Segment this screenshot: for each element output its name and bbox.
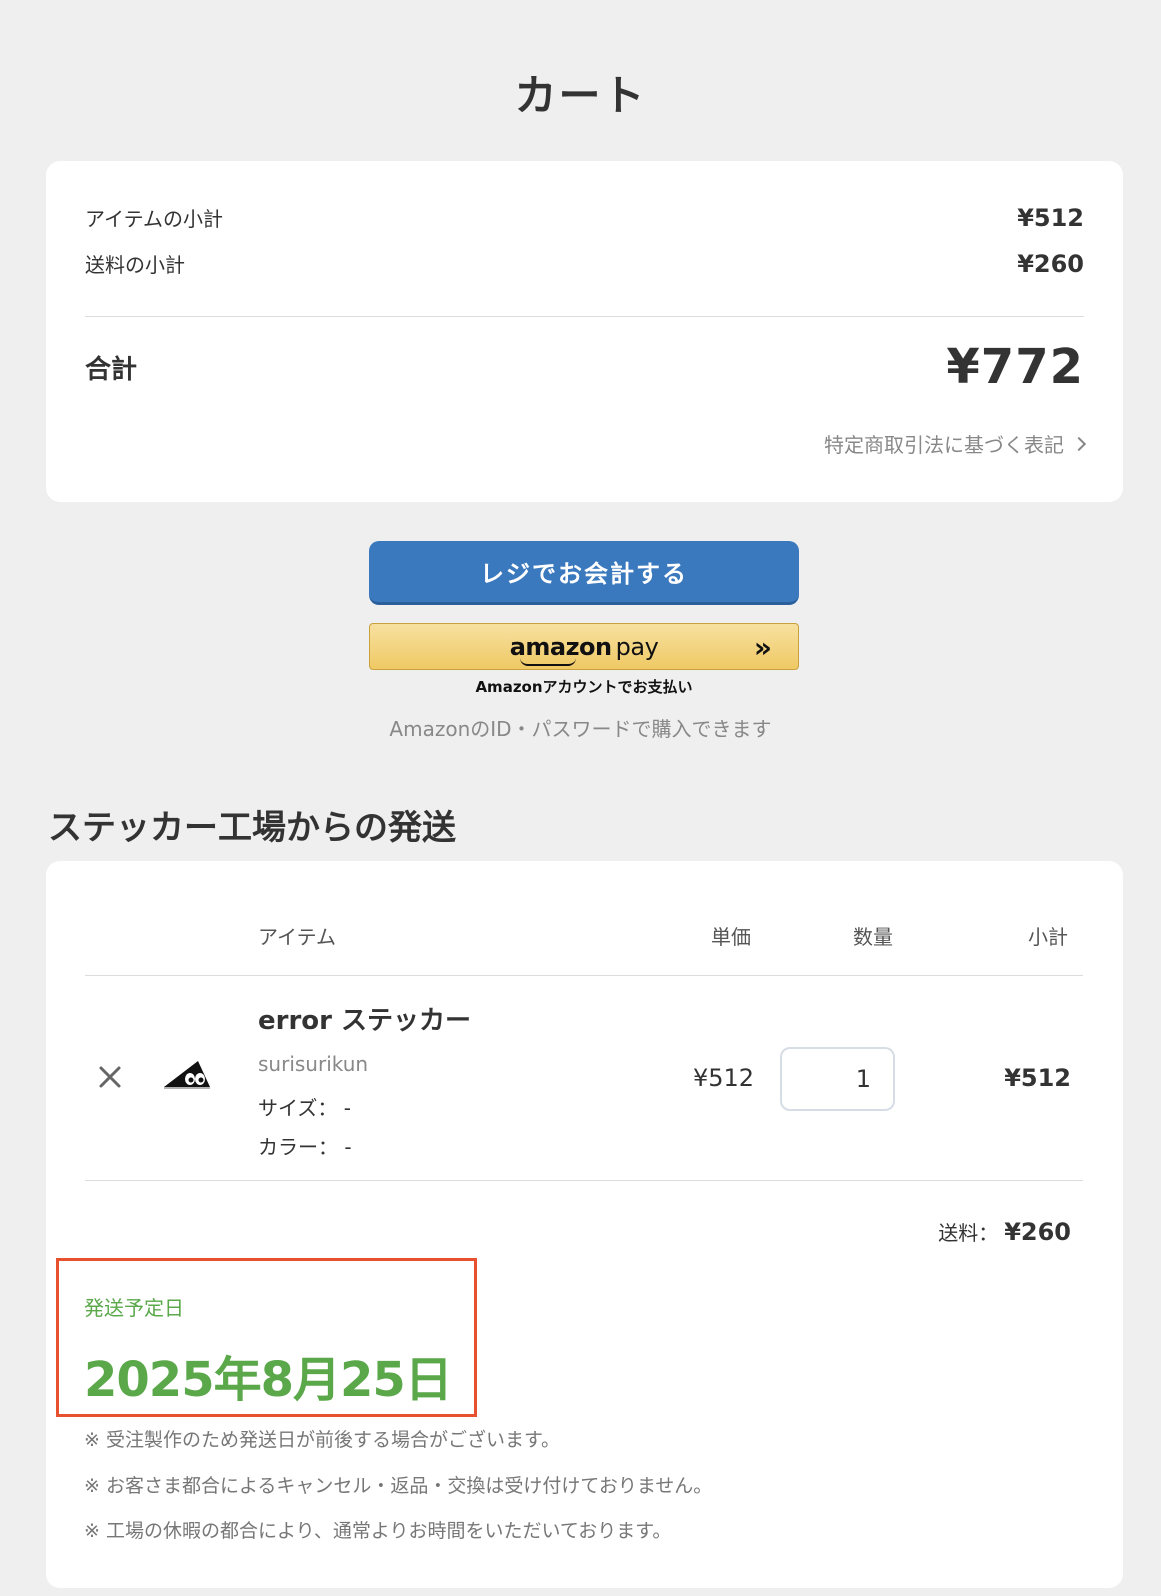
shipping-subtotal-value: ¥260 [1017, 249, 1084, 278]
table-header-divider [85, 975, 1083, 976]
ship-date-value: 2025年8月25日 [84, 1352, 453, 1408]
total-label: 合計 [85, 354, 138, 385]
amazon-smile-icon [519, 658, 576, 666]
item-name[interactable]: error ステッカー [258, 1000, 471, 1037]
column-header-unit-price: 単価 [711, 925, 751, 949]
order-summary-card: アイテムの小計 ¥512 送料の小計 ¥260 合計 ¥772 特定商取引法に基… [46, 161, 1123, 502]
amazon-logo-word: amazon [509, 632, 612, 661]
shipping-fee-value: ¥260 [1004, 1218, 1071, 1246]
shipping-fee-label: 送料： [938, 1221, 999, 1245]
table-row-divider [85, 1180, 1083, 1181]
column-header-subtotal: 小計 [1028, 925, 1068, 949]
item-color: カラー： - [258, 1135, 352, 1159]
item-subtotal: ¥512 [1004, 1064, 1071, 1092]
summary-divider [85, 316, 1084, 317]
shipping-fee: 送料： ¥260 [938, 1217, 1071, 1246]
amazon-pay-caption: Amazonアカウントでお支払い [475, 678, 693, 696]
amazon-pay-button[interactable]: amazon pay » [369, 623, 799, 670]
column-header-item: アイテム [258, 925, 336, 949]
ship-date-label: 発送予定日 [84, 1296, 184, 1320]
sticker-thumbnail [164, 1061, 210, 1089]
page-title: カート [514, 71, 647, 120]
items-subtotal-row: アイテムの小計 ¥512 [85, 203, 1084, 232]
legal-notice-label: 特定商取引法に基づく表記 [824, 433, 1064, 457]
amazon-pay-note: AmazonのID・パスワードで購入できます [389, 717, 772, 741]
quantity-input[interactable] [780, 1047, 895, 1111]
close-icon[interactable] [95, 1062, 125, 1092]
items-subtotal-label: アイテムの小計 [85, 207, 223, 231]
item-size: サイズ： - [258, 1096, 351, 1120]
item-seller[interactable]: surisurikun [258, 1052, 368, 1076]
shipping-note: ※ 工場の休暇の都合により、通常よりお時間をいただいております。 [84, 1520, 672, 1542]
checkout-button[interactable]: レジでお会計する [369, 541, 799, 605]
legal-notice-link[interactable]: 特定商取引法に基づく表記 [824, 429, 1087, 458]
amazon-logo-pay: pay [615, 632, 659, 661]
items-subtotal-value: ¥512 [1017, 203, 1084, 232]
amazon-pay-arrows-icon: » [753, 631, 772, 664]
shipping-note: ※ 受注製作のため発送日が前後する場合がございます。 [84, 1429, 561, 1451]
amazon-pay-logo: amazon pay [509, 632, 659, 666]
item-unit-price: ¥512 [693, 1064, 755, 1092]
shipment-section-title: ステッカー工場からの発送 [48, 808, 456, 848]
column-header-quantity: 数量 [853, 925, 893, 949]
total-row: 合計 ¥772 [85, 339, 1084, 395]
total-value: ¥772 [946, 339, 1084, 395]
cart-page: カート アイテムの小計 ¥512 送料の小計 ¥260 合計 ¥772 特定商取… [0, 0, 1161, 1596]
shipping-subtotal-row: 送料の小計 ¥260 [85, 249, 1084, 278]
shipping-subtotal-label: 送料の小計 [85, 253, 185, 277]
chevron-right-icon [1071, 436, 1087, 452]
shipping-note: ※ お客さま都合によるキャンセル・返品・交換は受け付けておりません。 [84, 1475, 713, 1497]
